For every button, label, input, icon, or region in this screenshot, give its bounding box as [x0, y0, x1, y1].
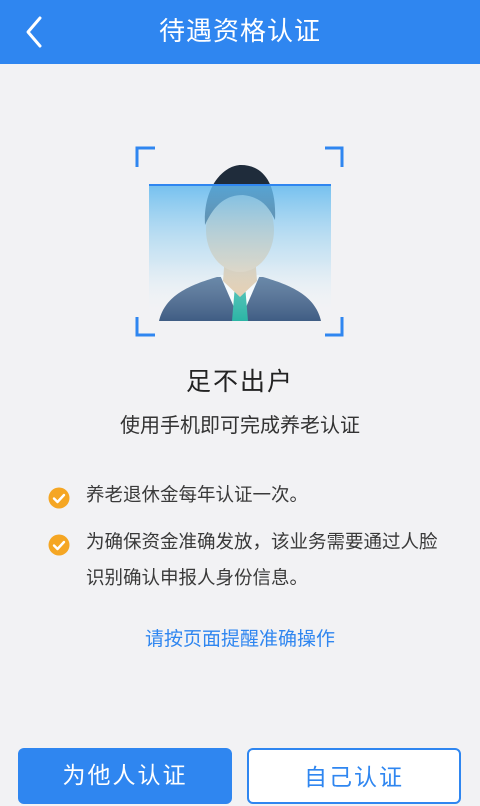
- note-text: 为确保资金准确发放，该业务需要通过人脸识别确认申报人身份信息。: [86, 532, 438, 589]
- check-circle-icon: [48, 534, 70, 556]
- face-scan-illustration: [135, 145, 345, 338]
- note-text: 养老退休金每年认证一次。: [86, 485, 309, 506]
- hero-headline: 足不出户: [185, 367, 294, 396]
- hero-subline: 使用手机即可完成养老认证: [120, 413, 360, 437]
- check-circle-icon: [48, 487, 70, 509]
- operation-hint-link[interactable]: 请按页面提醒准确操作: [0, 624, 480, 651]
- app-header: 待遇资格认证: [0, 0, 480, 64]
- certify-for-others-button[interactable]: 为他人认证: [18, 748, 232, 804]
- page-title: 待遇资格认证: [158, 17, 321, 47]
- certify-self-button[interactable]: 自己认证: [247, 748, 461, 804]
